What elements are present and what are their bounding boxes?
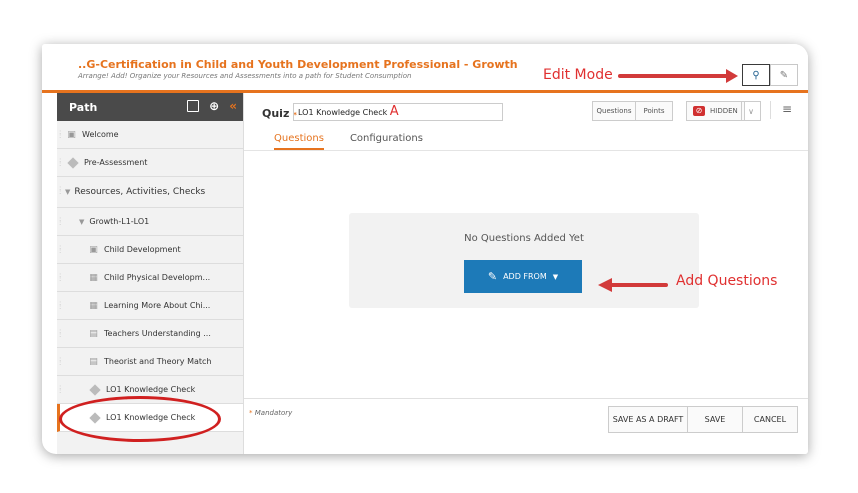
drag-handle-icon[interactable]: ::	[59, 185, 65, 196]
drag-handle-icon[interactable]: ::	[59, 129, 65, 140]
quiz-label: Quiz *	[262, 107, 297, 120]
drag-handle-icon[interactable]: ::	[59, 216, 65, 227]
video-icon: ▦	[89, 272, 98, 283]
hidden-label: HIDDEN	[710, 107, 738, 115]
add-from-button[interactable]: ✎ ADD FROM ▼	[464, 260, 582, 293]
chevron-down-icon[interactable]: ∨	[741, 101, 761, 121]
drag-handle-icon[interactable]: ::	[59, 157, 65, 168]
caret-down-icon[interactable]: ▼	[79, 218, 84, 226]
empty-state: No Questions Added Yet ✎ ADD FROM ▼	[349, 213, 699, 308]
mode-toggle: ⚲ ✎	[742, 64, 798, 86]
header: ..G-Certification in Child and Youth Dev…	[42, 44, 808, 90]
sidebar-item-resources[interactable]: :: ▼ Resources, Activities, Checks	[57, 177, 243, 208]
tab-divider	[244, 150, 808, 151]
quiz-label-text: Quiz	[262, 107, 290, 120]
sidebar-item-label: Resources, Activities, Checks	[74, 187, 206, 197]
page-icon: ▣	[67, 129, 76, 140]
diamond-icon	[67, 156, 79, 169]
doc-icon: ▤	[89, 328, 98, 339]
eye-slash-icon: ⊘	[693, 106, 705, 116]
sidebar-item-label: Theorist and Theory Match	[104, 357, 212, 366]
sidebar-item-label: Growth-L1-LO1	[89, 217, 150, 226]
sidebar-header: Path ⊕ «	[57, 93, 243, 121]
course-subtitle: Arrange! Add! Organize your Resources an…	[78, 72, 412, 80]
empty-state-text: No Questions Added Yet	[464, 233, 584, 244]
add-circle-icon[interactable]: ⊕	[209, 99, 219, 113]
sidebar-item-child-development[interactable]: :: ▣ Child Development	[57, 236, 243, 264]
tab-questions[interactable]: Questions	[274, 133, 324, 150]
edit-mode-arrow	[618, 74, 728, 78]
drag-handle-icon[interactable]: ::	[59, 384, 65, 395]
view-toggle: Questions Points	[592, 101, 673, 121]
footer-divider	[244, 398, 808, 399]
questions-button[interactable]: Questions	[592, 101, 636, 121]
tab-bar: Questions Configurations	[274, 133, 423, 150]
drag-handle-icon[interactable]: ::	[59, 244, 65, 255]
required-mark: *	[249, 409, 253, 417]
sidebar-item-teachers-understanding[interactable]: :: ▤ Teachers Understanding ...	[57, 320, 243, 348]
mandatory-text: Mandatory	[254, 409, 293, 417]
sidebar-title: Path	[69, 100, 98, 114]
arrow-head-icon	[726, 69, 738, 83]
add-questions-annotation: Add Questions	[676, 273, 778, 289]
tab-configurations[interactable]: Configurations	[350, 133, 423, 150]
collapse-icon[interactable]	[187, 100, 200, 112]
add-questions-arrow	[610, 283, 668, 287]
caret-down-icon: ▼	[552, 272, 559, 281]
quiz-name-input[interactable]: LO1 Knowledge Check A	[293, 103, 503, 121]
diamond-icon	[89, 383, 101, 396]
footer-actions: SAVE AS A DRAFT SAVE CANCEL	[608, 406, 798, 433]
video-icon: ▦	[89, 300, 98, 311]
save-button[interactable]: SAVE	[688, 406, 743, 433]
drag-handle-icon[interactable]: ::	[59, 300, 65, 311]
sidebar-item-label: Child Physical Developm...	[104, 273, 211, 282]
sidebar-item-theorist[interactable]: :: ▤ Theorist and Theory Match	[57, 348, 243, 376]
app-window: ..G-Certification in Child and Youth Dev…	[42, 44, 808, 454]
save-draft-button[interactable]: SAVE AS A DRAFT	[608, 406, 688, 433]
divider	[770, 101, 771, 119]
sidebar-item-child-physical[interactable]: :: ▦ Child Physical Developm...	[57, 264, 243, 292]
points-button[interactable]: Points	[636, 101, 673, 121]
sidebar-item-label: Teachers Understanding ...	[104, 329, 211, 338]
edit-icon: ✎	[487, 270, 498, 283]
sidebar-item-label: Learning More About Chi...	[104, 301, 211, 310]
sidebar-item-learning-more[interactable]: :: ▦ Learning More About Chi...	[57, 292, 243, 320]
search-icon[interactable]: ⚲	[742, 64, 770, 86]
sidebar-item-pre-assessment[interactable]: :: Pre-Assessment	[57, 149, 243, 177]
mandatory-note: * Mandatory	[249, 409, 292, 417]
sidebar-item-welcome[interactable]: :: ▣ Welcome	[57, 121, 243, 149]
cancel-button[interactable]: CANCEL	[743, 406, 798, 433]
pencil-icon[interactable]: ✎	[770, 64, 798, 86]
sidebar-item-label: LO1 Knowledge Check	[106, 385, 196, 394]
highlight-ellipse	[59, 396, 221, 442]
sidebar-item-label: Child Development	[104, 245, 181, 254]
sidebar-item-label: Pre-Assessment	[84, 158, 148, 167]
drag-handle-icon[interactable]: ::	[59, 356, 65, 367]
drag-handle-icon[interactable]: ::	[59, 328, 65, 339]
add-from-label: ADD FROM	[503, 272, 547, 281]
double-chevron-left-icon[interactable]: «	[229, 99, 237, 113]
menu-icon[interactable]: ≡	[782, 102, 792, 116]
course-title: ..G-Certification in Child and Youth Dev…	[78, 58, 518, 71]
quiz-name-value: LO1 Knowledge Check	[298, 108, 388, 117]
sidebar-item-growth-l1-lo1[interactable]: :: ▼ Growth-L1-LO1	[57, 208, 243, 236]
annotation-a: A	[389, 104, 399, 119]
doc-icon: ▤	[89, 356, 98, 367]
edit-mode-annotation: Edit Mode	[543, 67, 613, 83]
caret-down-icon[interactable]: ▼	[65, 188, 70, 196]
page-icon: ▣	[89, 244, 98, 255]
drag-handle-icon[interactable]: ::	[59, 272, 65, 283]
sidebar-item-label: Welcome	[82, 130, 119, 139]
hidden-button[interactable]: ⊘ HIDDEN	[686, 101, 745, 121]
